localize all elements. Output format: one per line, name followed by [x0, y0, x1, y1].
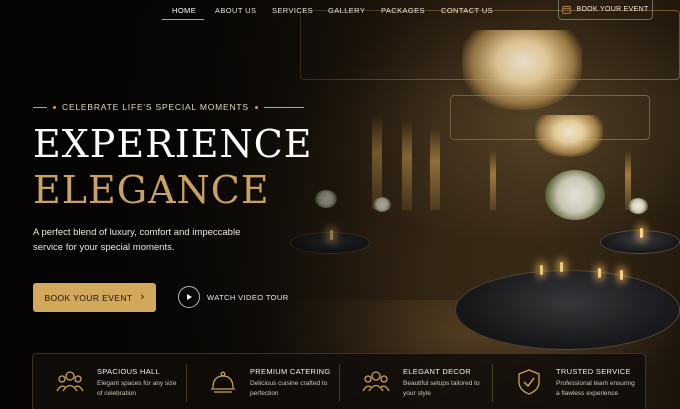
- shield-check-icon: [518, 369, 540, 395]
- watch-video-label: WATCH VIDEO TOUR: [207, 292, 289, 302]
- feature-desc: Delicious cuisine crafted to perfection: [250, 380, 328, 397]
- hero-description: A perfect blend of luxury, comfort and i…: [33, 227, 241, 253]
- tagline-dot: [254, 105, 258, 109]
- nav-services[interactable]: SERVICES: [272, 6, 313, 15]
- feature-title: ELEGANT DECOR: [403, 367, 471, 376]
- feature-premium-catering: PREMIUM CATERING Delicious cuisine craft…: [186, 354, 339, 409]
- feature-desc: Elegant spaces for any size of celebrati…: [97, 380, 177, 397]
- people-group-icon: [56, 371, 84, 392]
- feature-desc: Beautiful setups tailored to your style: [403, 380, 480, 397]
- hero-tagline: CELEBRATE LIFE'S SPECIAL MOMENTS: [33, 102, 304, 112]
- feature-desc: Professional team ensuring a flawless ex…: [556, 380, 635, 397]
- feature-title: PREMIUM CATERING: [250, 367, 331, 376]
- hero-title-line2: ELEGANCE: [33, 168, 270, 212]
- nav-contact-us[interactable]: CONTACT US: [441, 6, 493, 15]
- nav-about-us[interactable]: ABOUT US: [215, 6, 256, 15]
- nav-gallery[interactable]: GALLERY: [328, 6, 365, 15]
- cloche-icon: [211, 371, 235, 393]
- feature-elegant-decor: ELEGANT DECOR Beautiful setups tailored …: [339, 354, 492, 409]
- feature-title: SPACIOUS HALL: [97, 367, 160, 376]
- calendar-icon: [562, 5, 572, 14]
- feature-trusted-service: TRUSTED SERVICE Professional team ensuri…: [492, 354, 645, 409]
- tagline-line-left: [33, 106, 47, 108]
- nav-active-indicator: [162, 19, 204, 20]
- tagline-text: CELEBRATE LIFE'S SPECIAL MOMENTS: [62, 102, 249, 112]
- main-nav: HOME ABOUT US SERVICES GALLERY PACKAGES …: [0, 0, 680, 22]
- hero-title-line1: EXPERIENCE: [33, 122, 313, 166]
- play-icon: [178, 286, 200, 308]
- feature-spacious-hall: SPACIOUS HALL Elegant spaces for any siz…: [33, 354, 186, 409]
- feature-title: TRUSTED SERVICE: [556, 367, 631, 376]
- chevron-right-icon: ›: [140, 291, 145, 303]
- book-event-nav-label: BOOK YOUR EVENT: [576, 6, 649, 13]
- book-event-label: BOOK YOUR EVENT: [44, 292, 133, 303]
- book-event-nav-button[interactable]: BOOK YOUR EVENT: [558, 0, 653, 20]
- nav-home[interactable]: HOME: [172, 6, 196, 15]
- nav-packages[interactable]: PACKAGES: [381, 6, 425, 15]
- people-group-icon: [362, 371, 390, 392]
- features-bar: SPACIOUS HALL Elegant spaces for any siz…: [32, 353, 646, 409]
- tagline-line-right: [263, 106, 304, 108]
- tagline-dot: [53, 105, 56, 109]
- book-event-button[interactable]: BOOK YOUR EVENT ›: [33, 283, 156, 312]
- watch-video-button[interactable]: WATCH VIDEO TOUR: [178, 286, 289, 308]
